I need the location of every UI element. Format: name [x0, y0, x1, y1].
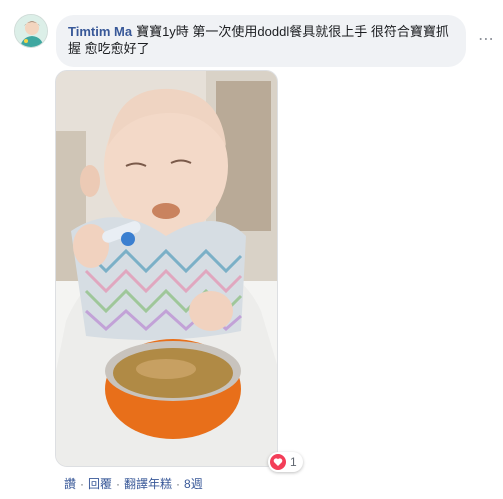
reaction-count: 1: [290, 455, 297, 469]
comment-actions: 讚 · 回覆 · 翻譯年糕 · 8週: [64, 475, 203, 492]
separator: ·: [80, 476, 85, 491]
love-icon: [270, 454, 286, 470]
comment-author[interactable]: Timtim Ma: [68, 24, 132, 39]
reaction-summary[interactable]: 1: [268, 452, 303, 472]
avatar[interactable]: [14, 14, 48, 48]
timestamp-link[interactable]: 8週: [184, 475, 203, 492]
comment-photo[interactable]: [55, 70, 278, 467]
like-button[interactable]: 讚: [64, 475, 76, 492]
separator: ·: [116, 476, 121, 491]
translate-button[interactable]: 翻譯年糕: [124, 475, 172, 492]
reply-button[interactable]: 回覆: [88, 475, 112, 492]
more-options-icon[interactable]: ⋯: [476, 32, 496, 48]
separator: ·: [176, 476, 181, 491]
baby-eating-photo: [56, 71, 277, 466]
comment-bubble: Timtim Ma 寶寶1y時 第一次使用doddl餐具就很上手 很符合寶寶抓握 …: [56, 15, 466, 67]
avatar-image: [15, 15, 47, 47]
